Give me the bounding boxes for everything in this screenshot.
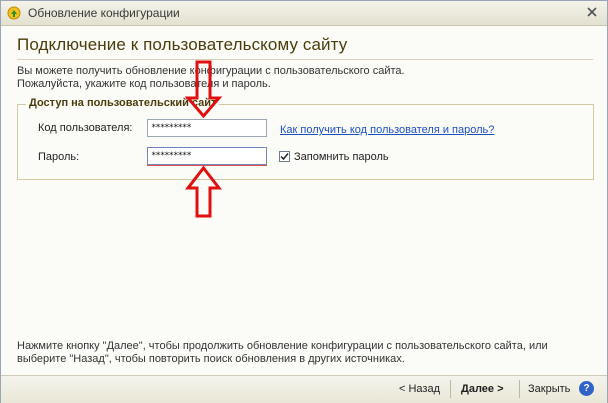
group-title: Доступ на пользовательский сайт (26, 97, 220, 109)
title-bar: Обновление конфигурации (1, 1, 607, 26)
intro-line-2: Пожалуйста, укажите код пользователя и п… (17, 78, 271, 90)
footer-text: Нажмите кнопку "Далее", чтобы продолжить… (17, 340, 587, 366)
intro-line-1: Вы можете получить обновление конфигурац… (17, 65, 405, 77)
password-label: Пароль: (38, 151, 80, 163)
close-button[interactable]: Закрыть (528, 380, 570, 398)
footer-line-2: выберите "Назад", чтобы повторить поиск … (17, 353, 405, 365)
button-separator (519, 380, 520, 398)
app-icon (7, 6, 21, 20)
help-link[interactable]: Как получить код пользователя и пароль? (280, 124, 494, 136)
user-code-label: Код пользователя: (38, 122, 133, 134)
footer-line-1: Нажмите кнопку "Далее", чтобы продолжить… (17, 340, 548, 352)
password-input[interactable]: ********* (147, 147, 267, 165)
password-input-underline (147, 165, 267, 166)
dialog-window: Обновление конфигурации Подключение к по… (0, 0, 608, 403)
remember-checkbox[interactable] (279, 151, 290, 162)
window-title: Обновление конфигурации (28, 6, 180, 20)
next-button[interactable]: Далее > (461, 380, 504, 398)
intro-text: Вы можете получить обновление конфигурац… (17, 65, 577, 91)
remember-label: Запомнить пароль (294, 151, 389, 163)
button-separator (450, 380, 451, 398)
access-group: Доступ на пользовательский сайт (17, 97, 594, 180)
help-icon[interactable]: ? (579, 381, 594, 396)
heading-divider (17, 59, 593, 60)
button-bar (1, 375, 607, 403)
back-button[interactable]: < Назад (399, 380, 440, 398)
page-heading: Подключение к пользовательскому сайту (17, 35, 348, 54)
user-code-input[interactable]: ********* (147, 119, 267, 137)
close-icon[interactable] (584, 4, 600, 20)
checkmark-icon (280, 153, 289, 161)
